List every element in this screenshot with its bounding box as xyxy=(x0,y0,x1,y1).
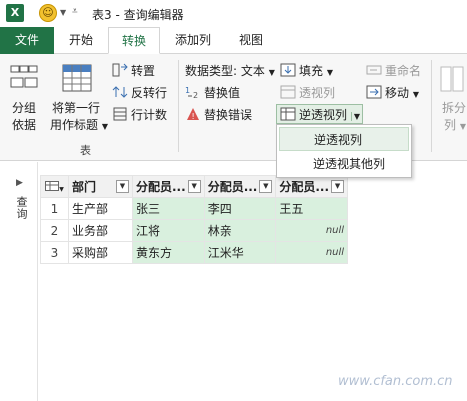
tab-transform[interactable]: 转换 xyxy=(108,27,160,54)
expand-pane-icon[interactable]: ▶ xyxy=(16,178,23,188)
menu-item-unpivot-columns[interactable]: 逆透视列 xyxy=(279,127,409,151)
dropdown-arrow-icon[interactable]: ▼ xyxy=(187,180,201,193)
group-by-icon xyxy=(10,65,38,88)
dropdown-arrow-icon[interactable]: ▼ xyxy=(116,180,129,193)
group-by-button[interactable]: 分组 依据 xyxy=(4,58,44,138)
unpivot-columns-button[interactable]: 逆透视列 ▼ xyxy=(276,104,363,124)
replace-values-icon: 12 xyxy=(185,86,198,99)
queries-pane: ▶ 查询 xyxy=(0,162,38,401)
tab-add-column[interactable]: 添加列 xyxy=(164,27,222,54)
table-cell[interactable]: 业务部 xyxy=(68,219,133,242)
table-cell[interactable]: 王五 xyxy=(275,197,349,220)
svg-text:1: 1 xyxy=(185,86,190,95)
row-index: 3 xyxy=(40,241,69,264)
table-header-row: ▼ 部门 ▼ 分配员... ▼ 分配员... ▼ 分配员... ▼ xyxy=(40,175,349,198)
unpivot-columns-icon xyxy=(280,107,296,121)
table-row: 3 采购部 黄东方 江米华 null xyxy=(40,241,349,264)
table-row: 2 业务部 江将 林亲 null xyxy=(40,219,349,242)
use-first-row-as-headers-button[interactable]: 将第一行 用作标题 ▼ xyxy=(46,58,108,138)
table-row: 1 生产部 张三 李四 王五 xyxy=(40,197,349,220)
move-button[interactable]: 移动 ▼ xyxy=(366,84,419,101)
unpivot-dropdown-menu: 逆透视列 逆透视其他列 xyxy=(276,124,412,178)
group-separator xyxy=(178,60,179,152)
move-icon xyxy=(366,85,382,99)
row-index: 1 xyxy=(40,197,69,220)
tab-file[interactable]: 文件 xyxy=(0,27,54,54)
queries-pane-label: 查询 xyxy=(15,196,28,220)
table-header-icon xyxy=(62,64,92,92)
fill-down-icon xyxy=(280,63,296,77)
table-cell-null[interactable]: null xyxy=(275,219,349,242)
split-column-label-2: 列 ▼ xyxy=(444,118,466,132)
group-by-label: 分组 依据 xyxy=(12,101,37,132)
column-header[interactable]: 分配员... ▼ xyxy=(275,175,349,198)
data-table: ▼ 部门 ▼ 分配员... ▼ 分配员... ▼ 分配员... ▼ 1 生产部 张三 李… xyxy=(40,175,349,264)
table-cell[interactable]: 张三 xyxy=(132,197,205,220)
split-column-icon xyxy=(440,66,464,92)
pivot-column-button[interactable]: 透视列 xyxy=(280,84,335,101)
transpose-button[interactable]: 转置 xyxy=(112,62,155,79)
rename-icon xyxy=(366,65,382,75)
table-cell[interactable]: 黄东方 xyxy=(132,241,205,264)
smiley-icon[interactable]: ☺ xyxy=(39,4,57,22)
table-cell[interactable]: 江将 xyxy=(132,219,205,242)
quick-access-dropdown-icon[interactable]: ▼ xyxy=(60,8,66,17)
dropdown-arrow-icon[interactable]: ▼ xyxy=(331,180,345,193)
transpose-icon xyxy=(112,63,128,77)
tab-view[interactable]: 视图 xyxy=(228,27,274,54)
split-column-label-1: 拆分 xyxy=(442,101,467,115)
table-cell-null[interactable]: null xyxy=(275,241,349,264)
quick-access-more-icon[interactable]: ⩡ xyxy=(72,6,78,17)
menu-item-unpivot-other-columns[interactable]: 逆透视其他列 xyxy=(279,152,409,176)
pivot-column-icon xyxy=(280,85,296,99)
table-cell[interactable]: 采购部 xyxy=(68,241,133,264)
data-type-dropdown[interactable]: 数据类型: 文本 ▼ xyxy=(185,62,275,79)
split-column-button[interactable]: 拆分 列 ▼ xyxy=(436,58,467,138)
excel-logo-icon: X xyxy=(6,4,24,22)
replace-errors-button[interactable]: ! 替换错误 xyxy=(185,106,252,123)
table-cell[interactable]: 江米华 xyxy=(203,241,277,264)
tab-home[interactable]: 开始 xyxy=(58,27,104,54)
window-title: 表3 - 查询编辑器 xyxy=(92,8,184,22)
table-cell[interactable]: 李四 xyxy=(203,197,277,220)
column-header[interactable]: 分配员... ▼ xyxy=(203,175,277,198)
count-rows-icon xyxy=(113,107,127,121)
rename-button[interactable]: 重命名 xyxy=(366,62,421,79)
column-header[interactable]: 部门 ▼ xyxy=(68,175,133,198)
table-icon xyxy=(45,180,60,191)
table-cell[interactable]: 生产部 xyxy=(68,197,133,220)
svg-text:!: ! xyxy=(192,112,195,121)
reverse-rows-icon xyxy=(112,86,128,98)
table-cell[interactable]: 林亲 xyxy=(203,219,277,242)
row-index: 2 xyxy=(40,219,69,242)
reverse-rows-button[interactable]: 反转行 xyxy=(112,84,167,101)
first-row-header-label-1: 将第一行 xyxy=(52,101,101,115)
column-header[interactable]: 分配员... ▼ xyxy=(132,175,205,198)
title-bar: X ☺ ▼ ⩡ 表3 - 查询编辑器 xyxy=(0,0,467,27)
svg-text:2: 2 xyxy=(193,91,198,99)
table-select-all[interactable]: ▼ xyxy=(40,175,69,198)
dropdown-arrow-icon[interactable]: ▼ xyxy=(259,180,273,193)
table-group-label: 表 xyxy=(80,144,91,157)
group-separator xyxy=(431,60,432,152)
count-rows-button[interactable]: 行计数 xyxy=(112,106,167,123)
watermark: www.cfan.com.cn xyxy=(338,374,453,389)
replace-errors-icon: ! xyxy=(187,108,199,121)
ribbon-tabs: 文件 开始 转换 添加列 视图 xyxy=(0,27,467,54)
first-row-header-label-2: 用作标题 ▼ xyxy=(50,118,108,132)
fill-button[interactable]: 填充 ▼ xyxy=(280,62,333,79)
replace-values-button[interactable]: 1 2 替换值 xyxy=(185,84,240,101)
